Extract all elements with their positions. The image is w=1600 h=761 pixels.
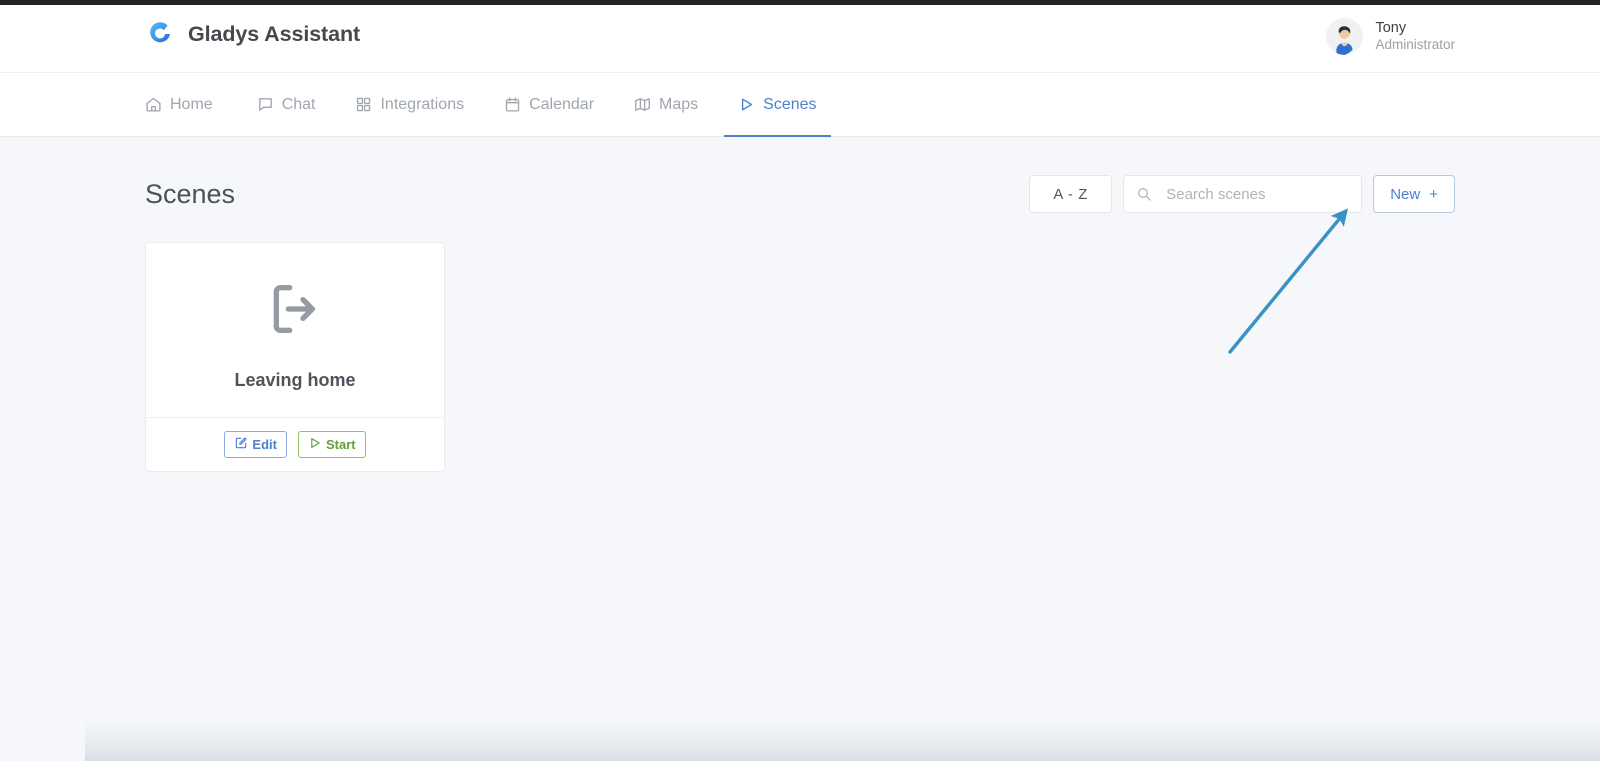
nav-item-integrations[interactable]: Integrations (341, 73, 478, 136)
nav-item-chat[interactable]: Chat (243, 73, 330, 136)
page-title: Scenes (145, 179, 235, 210)
start-button[interactable]: Start (298, 431, 366, 458)
brand[interactable]: Gladys Assistant (145, 19, 360, 49)
app-header: Gladys Assistant Tony Administrator (0, 5, 1600, 73)
page-controls: A - Z New + (1029, 175, 1455, 213)
scene-card-body: Leaving home (146, 243, 444, 418)
nav-label-maps: Maps (659, 96, 698, 114)
nav-item-calendar[interactable]: Calendar (490, 73, 608, 136)
nav-label-calendar: Calendar (529, 96, 594, 114)
edit-button[interactable]: Edit (224, 431, 287, 458)
scene-card-actions: Edit Start (146, 418, 444, 471)
nav-item-scenes[interactable]: Scenes (724, 73, 830, 136)
search-field (1123, 175, 1362, 213)
search-input[interactable] (1123, 175, 1362, 213)
map-icon (634, 96, 651, 113)
plus-icon: + (1429, 186, 1438, 203)
play-icon (738, 96, 755, 113)
logout-exit-icon (156, 277, 434, 346)
grid-icon (355, 96, 372, 113)
gladys-ring-logo-icon (145, 19, 175, 49)
user-meta: Tony Administrator (1375, 19, 1455, 54)
home-icon (145, 96, 162, 113)
page-header: Scenes A - Z New + (145, 137, 1455, 213)
new-button-label: New (1390, 186, 1420, 203)
new-button[interactable]: New + (1373, 175, 1455, 213)
main-content: Scenes A - Z New + (0, 137, 1600, 472)
nav-label-integrations: Integrations (380, 96, 464, 114)
bottom-shadow (85, 721, 1600, 761)
nav-item-home[interactable]: Home (145, 73, 227, 136)
nav-item-maps[interactable]: Maps (620, 73, 712, 136)
user-role: Administrator (1375, 37, 1455, 54)
pencil-square-icon (234, 436, 248, 453)
start-button-label: Start (326, 437, 356, 452)
calendar-icon (504, 96, 521, 113)
nav-label-scenes: Scenes (763, 96, 816, 114)
user-avatar (1326, 18, 1363, 55)
sort-button[interactable]: A - Z (1029, 175, 1112, 213)
chat-icon (257, 96, 274, 113)
app-root: Gladys Assistant Tony Administrator (0, 5, 1600, 761)
scene-card[interactable]: Leaving home Edit (145, 242, 445, 472)
user-menu[interactable]: Tony Administrator (1326, 18, 1455, 55)
scene-card-list: Leaving home Edit (145, 242, 1455, 472)
scene-name: Leaving home (156, 370, 434, 391)
nav-label-home: Home (170, 96, 213, 114)
user-name: Tony (1375, 19, 1455, 37)
brand-name: Gladys Assistant (188, 22, 360, 47)
main-navigation: Home Chat Integrations (0, 73, 1600, 137)
edit-button-label: Edit (252, 437, 277, 452)
nav-label-chat: Chat (282, 96, 316, 114)
play-icon (308, 436, 322, 453)
